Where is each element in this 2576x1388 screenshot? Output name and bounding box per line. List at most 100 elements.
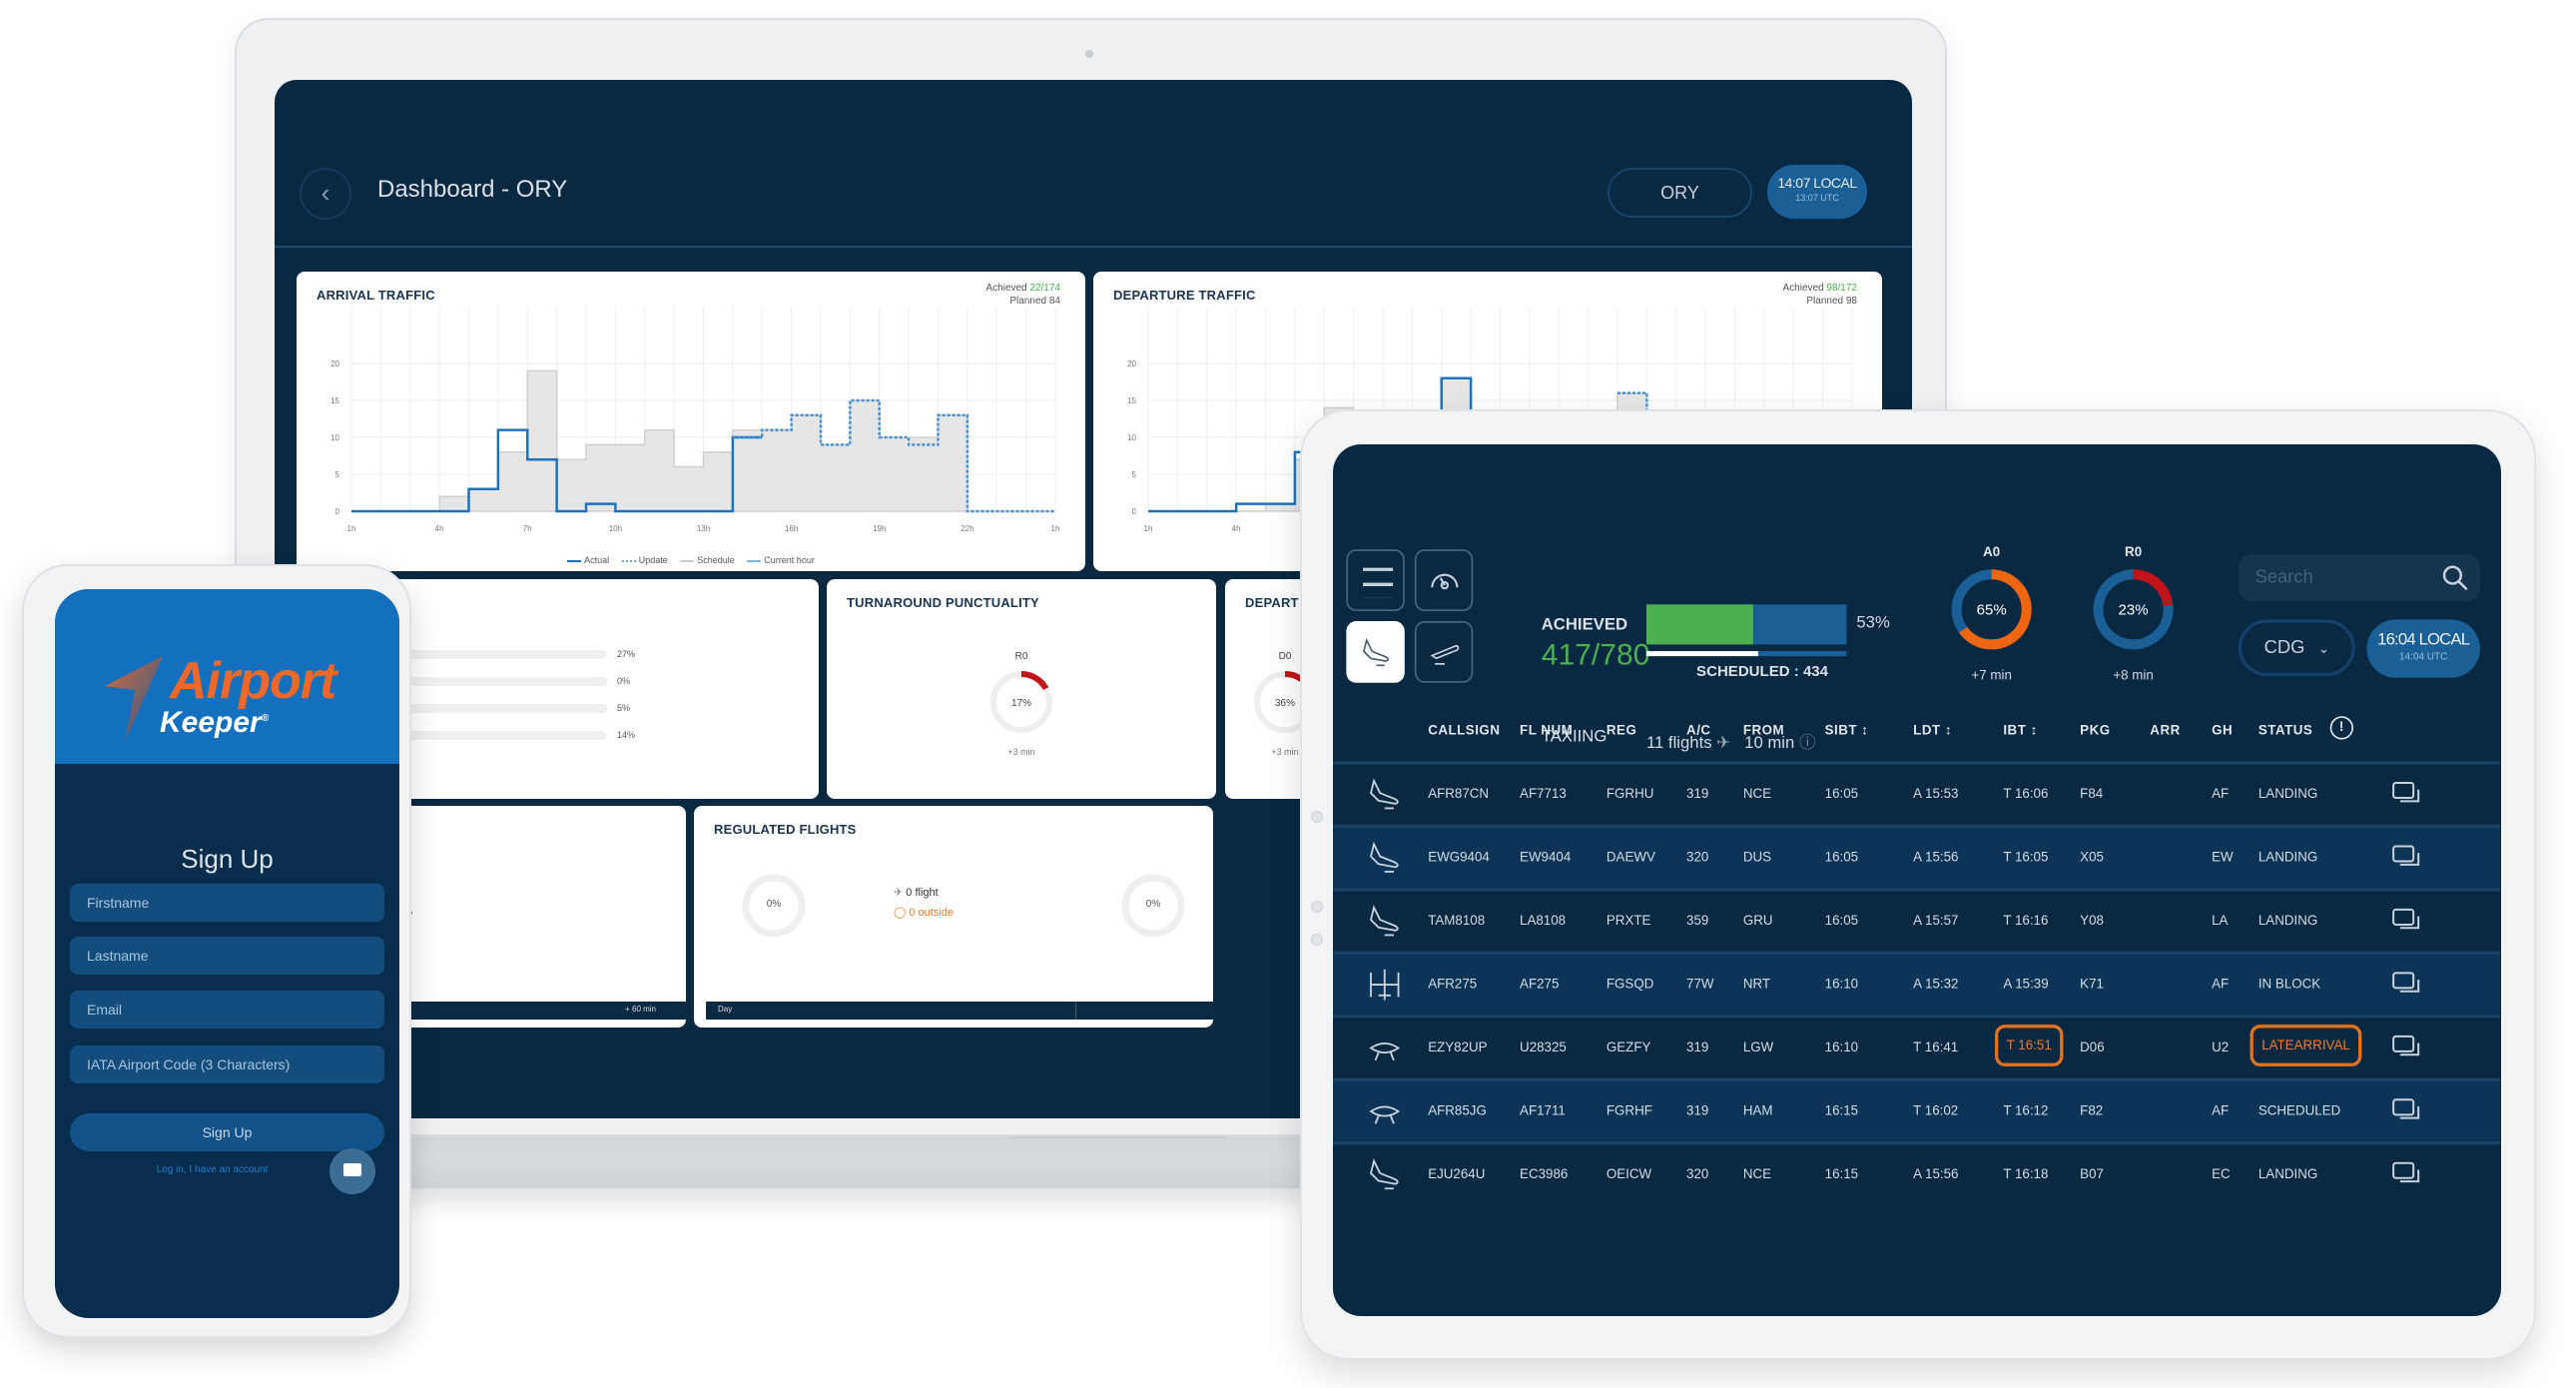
cell-flnum: EW9404 [1520,849,1572,865]
cell-pkg: K71 [2080,976,2104,992]
menu-button[interactable] [1346,549,1405,611]
column-header-from[interactable]: FROM [1743,723,1784,738]
row-value: 0% [617,676,631,686]
gauge-donut: 65% [1951,569,2032,650]
turnaround-gauge: R0 17% +3 min [976,651,1066,757]
cell-reg: OEICW [1606,1166,1652,1182]
lastname-field[interactable] [70,937,384,975]
regulated-outside-count: ◯ 0 outside [894,907,955,919]
cell-sibt: 16:10 [1824,1040,1859,1055]
y-tick-label: 0 [1132,507,1137,516]
search-icon[interactable] [2442,564,2469,591]
dashboard-header: ‹ Dashboard - ORY ORY 14:07 LOCAL 13:07 … [275,80,1912,248]
cell-ibt: T 16:12 [2003,1102,2049,1118]
back-button[interactable]: ‹ [300,168,351,220]
arrival-traffic-card: ARRIVAL TRAFFIC Achieved 22/174 Planned … [297,272,1085,571]
cell-ldt: T 16:02 [1913,1102,1959,1118]
plane-icon: ✈ [894,887,904,899]
column-header-flnum[interactable]: FL NUM [1520,723,1573,738]
x-tick-label: 4h [435,524,444,533]
status-info-icon[interactable]: ! [2329,716,2354,740]
airport-select[interactable]: CDG ⌄ [2238,619,2355,677]
time-pill[interactable]: 14:07 LOCAL 13:07 UTC [1767,165,1867,219]
cell-ibt: T 16:51 [1994,1025,2064,1066]
message-icon[interactable] [2391,1098,2421,1125]
column-header-ac[interactable]: A/C [1686,723,1711,738]
cell-flnum: EC3986 [1520,1166,1569,1182]
message-icon[interactable] [2391,781,2421,808]
hamburger-icon [1362,566,1393,586]
x-tick-label: 13h [697,524,710,533]
column-header-gh[interactable]: GH [2212,723,2233,738]
message-icon[interactable] [2391,972,2421,999]
inblock-plane-icon [1370,969,1400,1001]
table-row[interactable]: EJU264U EC3986 OEICW 320 NCE 16:15 A 15:56 T 16… [1333,1141,2500,1205]
firstname-field[interactable] [70,884,384,922]
iata-code-field[interactable] [70,1045,384,1083]
chat-button[interactable] [329,1148,375,1194]
table-row[interactable]: TAM8108 LA8108 PRXTE 359 GRU 16:05 A 15:57 T 16… [1333,888,2500,952]
table-row[interactable]: EWG9404 EW9404 DAEWV 320 DUS 16:05 A 15:56 T 16… [1333,824,2500,889]
column-header-ldt[interactable]: LDT ↕ [1913,723,1952,738]
dashboard-button[interactable] [1414,549,1474,611]
cell-gh: AF [2212,786,2230,802]
card-title: TURNAROUND PUNCTUALITY [847,595,1039,610]
regulated-flights-card: REGULATED FLIGHTS 0% ✈ 0 flight ◯ 0 outs… [694,806,1213,1028]
column-header-reg[interactable]: REG [1607,723,1636,738]
cell-pkg: F82 [2080,1102,2104,1118]
airport-button[interactable]: ORY [1608,168,1752,218]
cell-gh: EW [2212,849,2234,865]
landing-plane-icon [1369,905,1399,937]
cell-flnum: LA8108 [1520,913,1567,929]
table-row[interactable]: AFR275 AF275 FGSQD 77W NRT 16:10 A 15:32 A 15:3… [1333,951,2500,1016]
gauge-donut: 23% [2093,569,2174,650]
gauge-value: 65% [1977,601,2007,618]
cell-from: DUS [1742,849,1772,865]
column-header-arr[interactable]: ARR [2150,723,2180,738]
cell-ibt: T 16:16 [2003,913,2049,929]
cell-callsign: AFR275 [1428,976,1478,992]
cell-reg: GEZFY [1606,1040,1651,1055]
column-header-sibt[interactable]: SIBT ↕ [1825,723,1869,738]
email-field[interactable] [70,991,384,1029]
table-row[interactable]: AFR87CN AF7713 FGRHU 319 NCE 16:05 A 15:53 T 16… [1333,761,2500,825]
message-icon[interactable] [2391,1161,2421,1188]
table-row[interactable]: EZY82UP U28325 GEZFY 319 LGW 16:10 T 16:41 T 16… [1333,1015,2500,1078]
gauge-sub: +8 min [2113,667,2154,683]
logo-wing-icon [105,656,163,742]
time-pill[interactable]: 16:04 LOCAL 14:04 UTC [2366,619,2480,678]
cell-callsign: AFR87CN [1428,786,1490,802]
column-header-pkg[interactable]: PKG [2080,723,2110,738]
arrivals-tab[interactable] [1346,621,1405,683]
legend-update: Update [621,555,668,565]
cell-from: NCE [1742,1166,1772,1182]
departures-tab[interactable] [1414,621,1474,683]
cell-ldt: A 15:32 [1913,976,1959,992]
y-tick-label: 10 [330,433,339,442]
table-row[interactable]: AFR85JG AF1711 FGRHF 319 HAM 16:15 T 16:02 T 16… [1333,1077,2500,1142]
chat-bubble-icon [343,1163,361,1176]
cell-status: LANDING [2257,913,2318,929]
legend-current-hour: Current hour [747,555,815,565]
logo-airport-text: Airport [170,652,336,710]
tablet-content: ACHIEVED 417/780 53% SCHEDULED : 434 TAX… [1333,444,2500,1311]
phone-header: Airport Keeper® [55,589,399,764]
message-icon[interactable] [2391,908,2421,935]
cell-ibt: T 16:18 [2003,1166,2049,1182]
page-title: Dashboard - ORY [377,176,568,203]
cell-reg: DAEWV [1606,849,1655,865]
chevron-down-icon: ⌄ [2317,640,2329,656]
legend-schedule: Schedule [680,555,735,565]
x-tick-label: 1h [1144,524,1153,533]
column-header-callsign[interactable]: CALLSIGN [1428,723,1500,738]
cell-from: LGW [1742,1040,1774,1055]
gauge-value: 0% [1145,899,1161,910]
landing-plane-icon [1369,1158,1399,1190]
signup-button[interactable]: Sign Up [70,1113,384,1151]
gauge-value: 17% [1011,698,1031,709]
column-header-status[interactable]: STATUS [2258,723,2312,738]
message-icon[interactable] [2391,1035,2421,1061]
column-header-ibt[interactable]: IBT ↕ [2003,723,2037,738]
cell-gh: EC [2212,1166,2231,1182]
message-icon[interactable] [2391,845,2421,872]
